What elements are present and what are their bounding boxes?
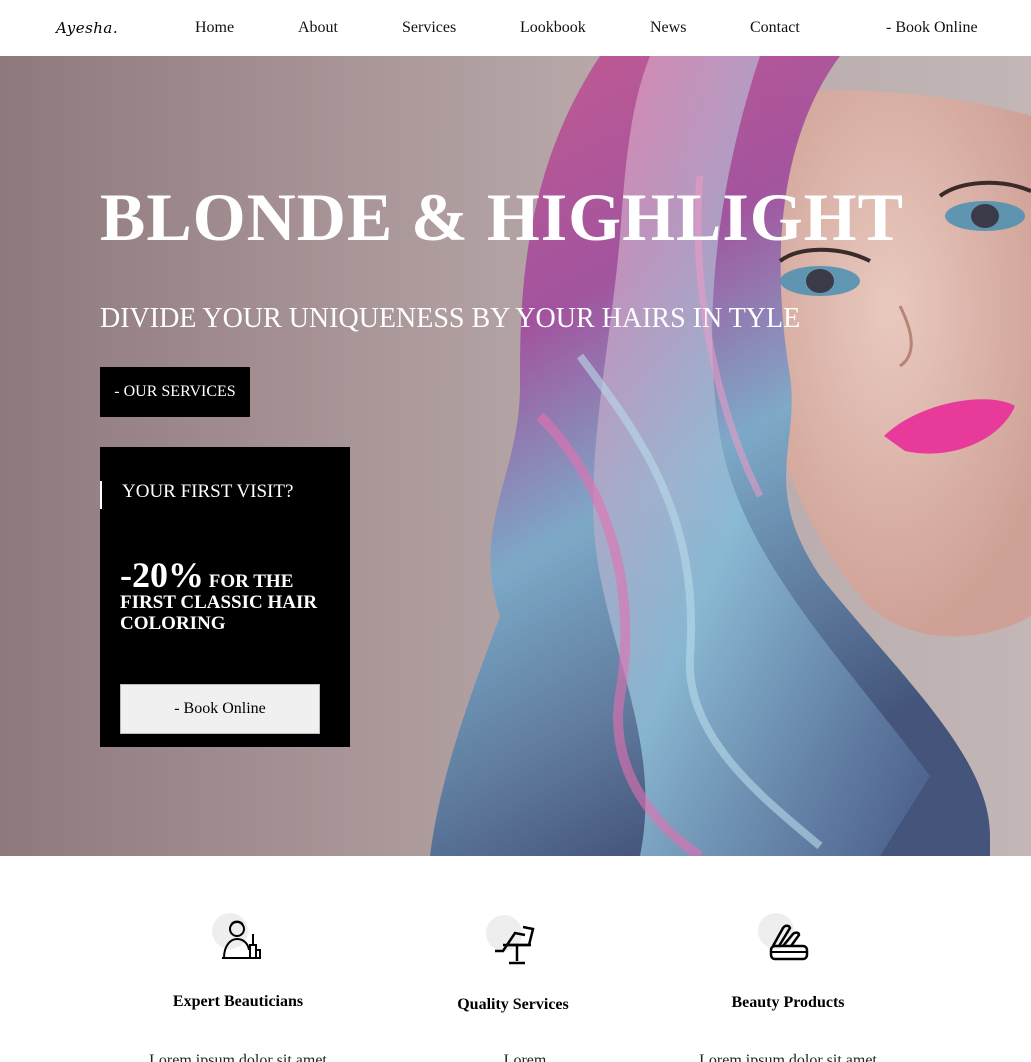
first-visit-card: YOUR FIRST VISIT? -20% FOR THE FIRST CLA… bbox=[100, 447, 350, 747]
first-visit-title: YOUR FIRST VISIT? bbox=[122, 481, 294, 502]
book-online-button[interactable]: - Book Online bbox=[120, 684, 320, 734]
feature-text-expert-beauticians: Lorem ipsum dolor sit amet bbox=[149, 1052, 327, 1062]
discount-value: -20% bbox=[120, 555, 204, 595]
feature-title-beauty-products: Beauty Products bbox=[731, 994, 845, 1011]
hero-title: BLONDE & HIGHLIGHT bbox=[100, 179, 904, 255]
nav-link-about[interactable]: About bbox=[298, 19, 338, 37]
nav-link-news[interactable]: News bbox=[650, 19, 686, 37]
offer-text: -20% FOR THE FIRST CLASSIC HAIR COLORING bbox=[120, 557, 335, 634]
site-logo[interactable]: Ayesha. bbox=[56, 19, 118, 37]
nav-link-services[interactable]: Services bbox=[402, 19, 456, 37]
feature-text-beauty-products: Lorem ipsum dolor sit amet bbox=[699, 1052, 877, 1062]
feature-text-quality-services: Lorem bbox=[503, 1052, 547, 1062]
accent-bar bbox=[100, 481, 102, 509]
feature-title-expert-beauticians: Expert Beauticians bbox=[172, 993, 304, 1010]
nav-link-lookbook[interactable]: Lookbook bbox=[520, 19, 586, 37]
cosmetics-icon bbox=[758, 913, 809, 961]
feature-title-quality-services: Quality Services bbox=[457, 996, 569, 1013]
salon-chair-icon bbox=[486, 915, 535, 965]
top-nav: Ayesha. Home About Services Lookbook New… bbox=[0, 0, 1031, 56]
hero-subtitle: DIVIDE YOUR UNIQUENESS BY YOUR HAIRS IN … bbox=[100, 303, 801, 334]
our-services-button[interactable]: - OUR SERVICES bbox=[100, 367, 250, 417]
beautician-icon bbox=[212, 913, 261, 959]
nav-link-home[interactable]: Home bbox=[195, 19, 234, 37]
nav-book-online-link[interactable]: - Book Online bbox=[886, 19, 978, 37]
hero-banner: BLONDE & HIGHLIGHT DIVIDE YOUR UNIQUENES… bbox=[0, 56, 1031, 856]
nav-link-contact[interactable]: Contact bbox=[750, 19, 800, 37]
